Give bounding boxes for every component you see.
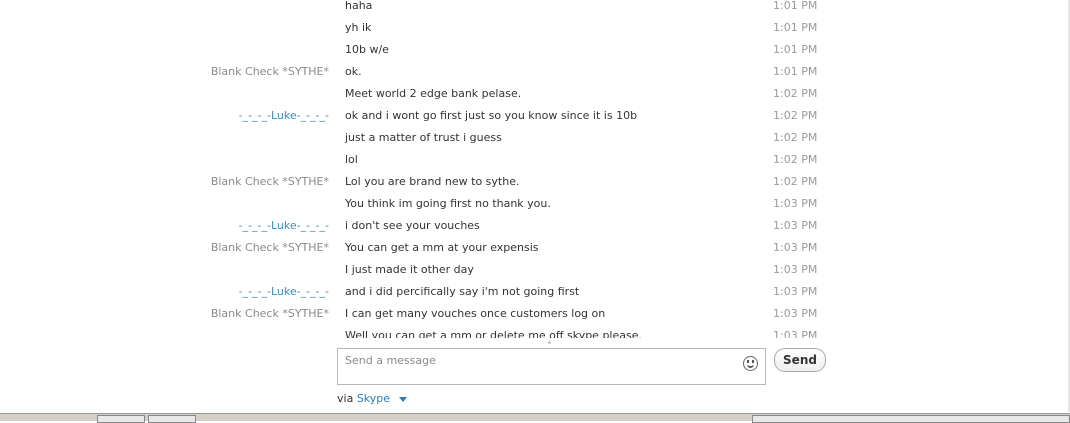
via-service-link[interactable]: Skype [357,392,390,405]
message-input-placeholder: Send a message [345,354,436,367]
message-timestamp: 1:02 PM [773,175,818,188]
via-label: via [337,392,354,405]
message-timestamp: 1:03 PM [773,285,818,298]
resize-grip-dot[interactable] [548,341,551,344]
taskbar-button[interactable] [148,415,196,423]
smiley-icon[interactable] [743,356,758,371]
message-sender[interactable]: Blank Check *SYTHE* [211,175,329,188]
message-row: Blank Check *SYTHE* ok. 1:01 PM [0,60,1070,82]
message-sender[interactable]: -_-_-_-Luke-_-_-_- [239,109,329,122]
message-row: yh ik 1:01 PM [0,16,1070,38]
message-timestamp: 1:03 PM [773,219,818,232]
message-text: Meet world 2 edge bank pelase. [345,87,522,100]
message-timestamp: 1:02 PM [773,131,818,144]
message-text: ok and i wont go first just so you know … [345,109,638,122]
message-row: haha 1:01 PM [0,0,1070,16]
message-row: just a matter of trust i guess 1:02 PM [0,126,1070,148]
message-text: ok. [345,65,362,78]
message-timestamp: 1:01 PM [773,0,818,12]
message-timestamp: 1:03 PM [773,197,818,210]
message-timestamp: 1:02 PM [773,153,818,166]
message-text: You can get a mm at your expensis [345,241,539,254]
message-timestamp: 1:03 PM [773,241,818,254]
message-row: Blank Check *SYTHE* I can get many vouche… [0,302,1070,324]
message-text: and i did percifically say i'm not going… [345,285,580,298]
message-row: lol 1:02 PM [0,148,1070,170]
message-sender[interactable]: -_-_-_-Luke-_-_-_- [239,219,329,232]
message-text: haha [345,0,373,12]
message-text: lol [345,153,358,166]
send-button[interactable]: Send [774,348,826,372]
chat-window: haha 1:01 PM yh ik 1:01 PM 10b w/e 1:01 PM Bla… [0,0,1070,423]
message-row: -_-_-_-Luke-_-_-_- and i did percifically… [0,280,1070,302]
message-text: i don't see your vouches [345,219,480,232]
message-text: Lol you are brand new to sythe. [345,175,520,188]
message-row: Well you can get a mm or delete me off s… [0,324,1070,338]
message-list[interactable]: haha 1:01 PM yh ik 1:01 PM 10b w/e 1:01 PM Bla… [0,0,1070,338]
message-timestamp: 1:03 PM [773,307,818,320]
message-row: Blank Check *SYTHE* Lol you are brand new… [0,170,1070,192]
message-row: I just made it other day 1:03 PM [0,258,1070,280]
message-timestamp: 1:02 PM [773,87,818,100]
message-row: Blank Check *SYTHE* You can get a mm at y… [0,236,1070,258]
message-text: You think im going first no thank you. [345,197,551,210]
message-row: -_-_-_-Luke-_-_-_- ok and i wont go first… [0,104,1070,126]
message-row: You think im going first no thank you. 1:… [0,192,1070,214]
message-row: -_-_-_-Luke-_-_-_- i don't see your vouch… [0,214,1070,236]
taskbar-button[interactable] [752,415,1070,423]
message-timestamp: 1:01 PM [773,65,818,78]
chevron-down-icon[interactable] [398,396,407,402]
message-input[interactable]: Send a message [337,348,766,385]
message-text: Well you can get a mm or delete me off s… [345,329,642,338]
message-timestamp: 1:03 PM [773,329,818,338]
message-sender[interactable]: Blank Check *SYTHE* [211,241,329,254]
message-sender[interactable]: Blank Check *SYTHE* [211,65,329,78]
via-selector[interactable]: via Skype [337,392,407,405]
message-row: 10b w/e 1:01 PM [0,38,1070,60]
taskbar-button[interactable] [97,415,145,423]
message-text: 10b w/e [345,43,389,56]
message-text: I can get many vouches once customers lo… [345,307,606,320]
message-timestamp: 1:01 PM [773,43,818,56]
message-sender[interactable]: Blank Check *SYTHE* [211,307,329,320]
message-row: Meet world 2 edge bank pelase. 1:02 PM [0,82,1070,104]
message-text: I just made it other day [345,263,474,276]
message-timestamp: 1:01 PM [773,21,818,34]
message-text: just a matter of trust i guess [345,131,502,144]
message-text: yh ik [345,21,372,34]
message-timestamp: 1:03 PM [773,263,818,276]
message-timestamp: 1:02 PM [773,109,818,122]
message-sender[interactable]: -_-_-_-Luke-_-_-_- [239,285,329,298]
